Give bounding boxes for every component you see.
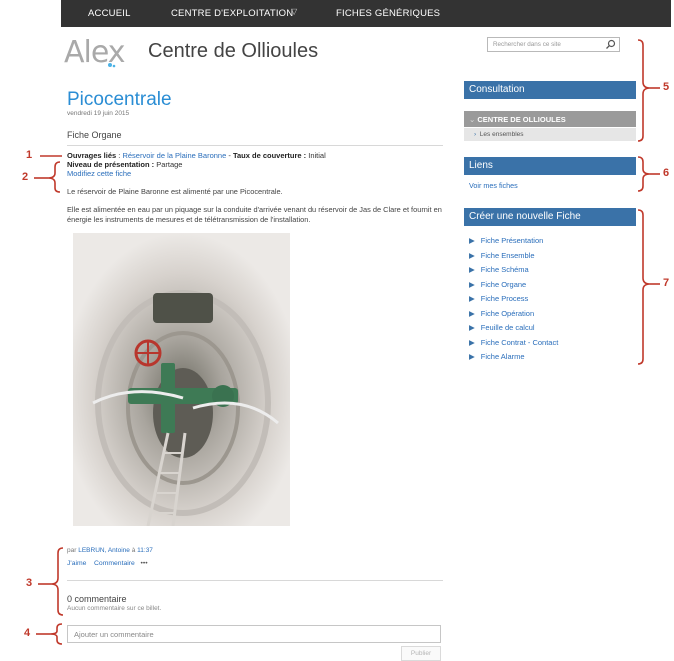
annotation-6: 6 [663,167,670,179]
annotation-7: 7 [663,277,670,289]
annotation-1: 1 [26,149,33,161]
annotation-4: 4 [24,627,31,639]
annotation-3: 3 [26,577,33,589]
annotation-5: 5 [663,81,670,93]
annotation-brackets [34,39,660,645]
annotation-2: 2 [22,171,29,183]
